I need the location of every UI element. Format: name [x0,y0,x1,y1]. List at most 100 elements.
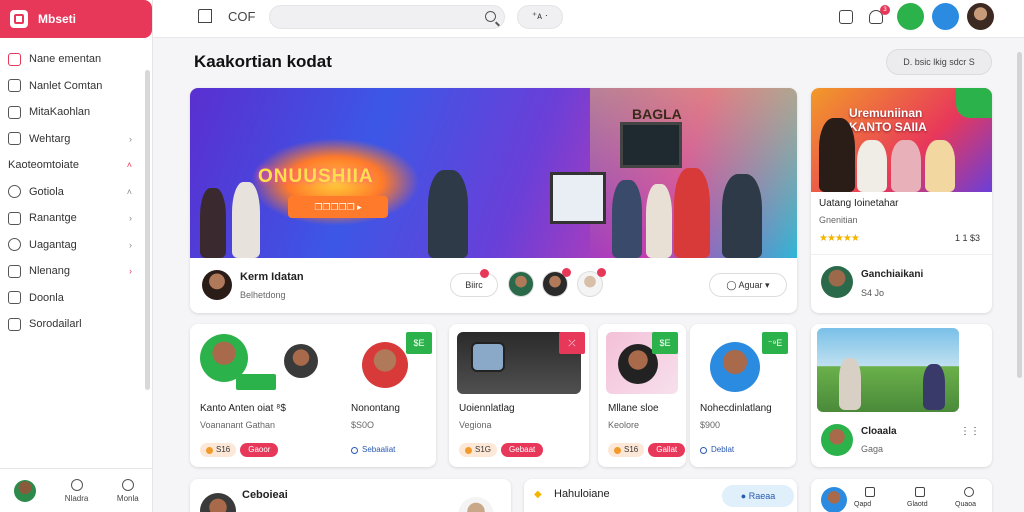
coin-icon [206,446,213,454]
card-title[interactable]: Nonontang [351,403,400,414]
brand-button[interactable]: Mbseti [0,0,152,38]
price-chip: S16 [200,443,237,457]
status-chip[interactable]: Gaoor [240,443,279,457]
card-title[interactable]: Hahuloiane [554,488,610,500]
grid-logo-icon [10,10,28,28]
avatar[interactable] [14,479,37,502]
sidebar-footer-button-1[interactable]: Nladra [65,478,88,503]
person-figure [857,140,887,192]
tag-pill[interactable]: Biirc [450,273,498,297]
sidebar-item-2[interactable]: MitaKaohlan [0,99,152,126]
sidebar-item-label: Sorodailarl [29,318,82,331]
person-figure [839,358,861,410]
sidebar-item-3[interactable]: Wehtarg › [0,126,152,153]
author-name[interactable]: Kerm Idatan [240,271,304,283]
side-title[interactable]: Uatang Ioinetahar [819,198,899,209]
chat-icon: ◯ [726,280,739,290]
avatar[interactable] [200,493,236,512]
home-icon[interactable] [198,9,212,23]
card-title[interactable]: Ceboieai [242,489,288,501]
bookmark-icon[interactable] [839,9,853,24]
sidebar-item-4[interactable]: Kaoteomtoiate ˄ [0,152,152,179]
main-scrollbar[interactable] [1017,52,1022,378]
status-chip[interactable]: Gebaat [501,443,544,457]
sidebar-item-9[interactable]: Doonla [0,285,152,312]
close-icon[interactable]: ⤫ [559,332,585,354]
card-title[interactable]: Cloaala [861,426,897,437]
smile-icon [70,478,83,491]
bottom-card[interactable]: ◆ Hahuloiane ● Raeaa [524,479,797,512]
sidebar-item-6[interactable]: Ranantge › [0,205,152,232]
person-figure [428,170,468,258]
bottom-label: Glaotd [907,501,928,508]
side-subtitle: Gnenitian [819,215,858,225]
avatar[interactable] [821,424,853,456]
sidebar-item-0[interactable]: Nane ementan [0,46,152,73]
user-icon[interactable] [964,487,974,497]
person-figure [819,118,855,192]
sort-dropdown[interactable]: D. bsic lkig sdcr S [886,49,992,75]
topbar-actions: 3 [839,3,994,30]
sidebar-item-1[interactable]: Nanlet Comtan [0,73,152,100]
person-figure [923,364,945,410]
rating-stars: ★★★★★ [819,233,860,244]
author-name[interactable]: Ganchiaikani [861,269,923,280]
card-meta: S16 Gallat [608,443,686,457]
grid-card[interactable]: ⤫ Uoiennlatlag Vegiona S1G Gebaat [449,324,589,467]
sidebar-scrollbar[interactable] [145,70,150,390]
card-image [284,344,318,378]
sidebar-item-10[interactable]: Sorodailarl [0,311,152,338]
chat-button-label: Raeaa [748,491,776,501]
image-icon[interactable] [865,487,875,497]
sidebar-footer: Nladra Monla [0,468,153,512]
card-title[interactable]: Kanto Anten oiat ⁸$ [200,403,286,414]
price-chip: S16 [608,443,645,457]
grid-card[interactable]: Cloaala Gaga ⋮⋮ [811,324,992,467]
chat-button[interactable]: ● Raeaa [722,485,794,507]
chevron-right-icon: › [129,239,132,250]
status-chip[interactable]: Sebaaliat [351,443,395,457]
cof-label[interactable]: COF [228,9,255,24]
grid-card[interactable]: ⁻⁹E Nohecdinlatlang $900 Deblat [690,324,796,467]
sidebar-item-7[interactable]: Uagantag › [0,232,152,259]
grid-icon [8,291,21,305]
translate-pill[interactable]: ⁺ᴀ ⋅ [517,5,563,29]
avatar[interactable] [508,271,534,297]
side-card[interactable]: Uremuniinan KANTO SAIIA Uatang Ioinetaha… [811,88,992,313]
avatar[interactable] [458,497,494,512]
phone-button[interactable] [897,3,924,30]
avatar[interactable] [821,266,853,298]
sidebar-item-5[interactable]: Gotiola ˄ [0,179,152,206]
wall-sign: BAGLA [632,106,682,122]
avatar[interactable] [202,270,232,300]
hero-card[interactable]: BAGLA ONUUSHIIA ❐❐❐❐❐ ▸ Kerm Idatan Belh… [190,88,797,313]
sidebar-item-8[interactable]: Nlenang › [0,258,152,285]
grid-card[interactable]: $E Mllane sloe Keolore S16 Gallat [598,324,686,467]
bottom-card[interactable]: Qapd Glaotd Quaoa [811,479,992,512]
card-title[interactable]: Uoiennlatlag [459,403,515,414]
notification-badge [597,268,606,277]
page-title: Kaakortian kodat [194,52,332,71]
sidebar-footer-button-2[interactable]: Monla [117,478,139,503]
search-icon[interactable] [485,11,496,22]
grid-card-inner[interactable]: Nonontang $S0O Sebaaliat [351,324,435,467]
avatar[interactable] [821,487,847,512]
status-chip[interactable]: Gallat [648,443,686,457]
action-button[interactable]: ◯ Aguar ▾ [709,273,787,297]
status-chip[interactable]: Deblat [700,443,734,457]
more-icon[interactable]: ⋮⋮ [960,426,980,437]
hero-image: BAGLA ONUUSHIIA ❐❐❐❐❐ ▸ [190,88,797,258]
bell-icon[interactable]: 3 [869,4,890,24]
search-input[interactable] [269,5,505,29]
author-subtitle: Belhetdong [240,290,286,300]
notification-badge [562,268,571,277]
user-avatar[interactable] [967,3,994,30]
sidebar-item-label: Ranantge [29,212,77,225]
share-button[interactable] [932,3,959,30]
card-title[interactable]: Nohecdinlatlang [700,403,772,414]
sidebar: Mbseti Nane ementan Nanlet Comtan MitaKa… [0,0,153,512]
bottom-card[interactable]: Ceboieai [190,479,511,512]
price-chip-value: S16 [216,445,231,454]
doc-icon[interactable] [915,487,925,497]
card-title[interactable]: Mllane sloe [608,403,659,414]
